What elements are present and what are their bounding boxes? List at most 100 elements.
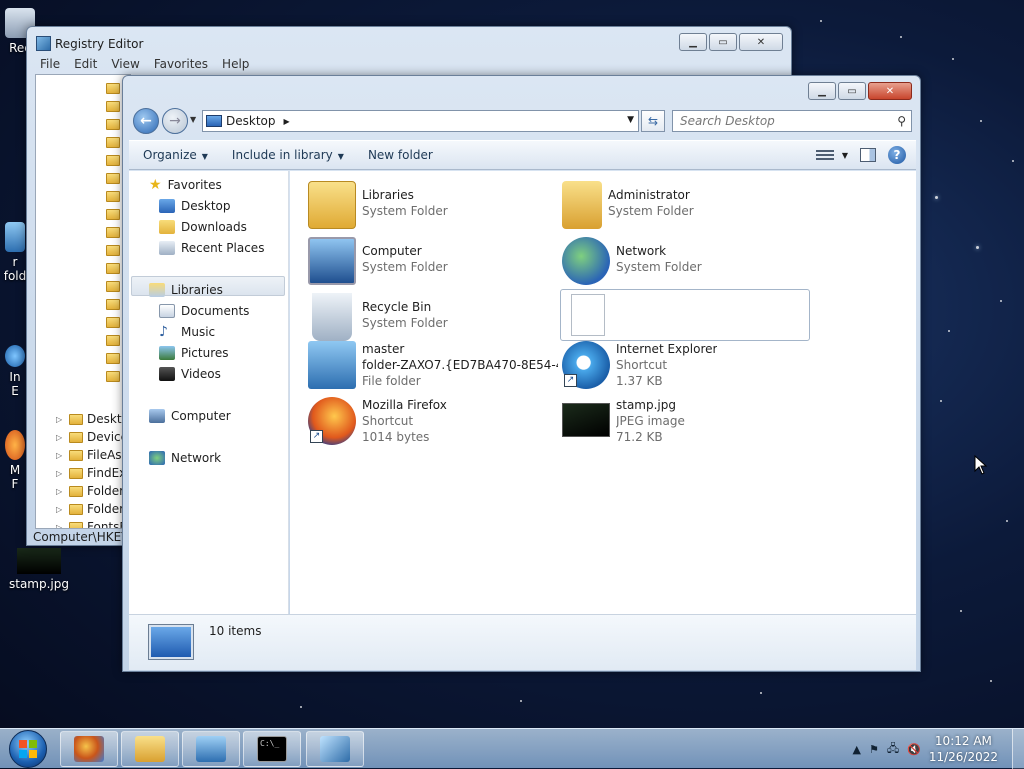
folder-icon <box>106 352 120 364</box>
start-button[interactable] <box>2 729 54 769</box>
nav-item-desktop[interactable]: Desktop <box>159 196 231 216</box>
firefox-icon: ↗ <box>308 397 356 445</box>
search-icon[interactable]: ⚲ <box>897 114 906 128</box>
taskbar-regedit-button[interactable] <box>306 731 364 767</box>
list-item[interactable]: Libraries System Folder <box>308 181 558 231</box>
maximize-button[interactable]: ▭ <box>838 82 866 100</box>
nav-computer[interactable]: Computer <box>149 406 231 426</box>
folder-icon <box>69 431 83 443</box>
folder-icon <box>135 736 165 762</box>
list-item[interactable]: stamp.jpg JPEG image 71.2 KB <box>562 397 812 447</box>
menu-file[interactable]: File <box>33 56 67 74</box>
tree-item[interactable]: ▷ FindEx <box>56 464 126 482</box>
menu-view[interactable]: View <box>104 56 146 74</box>
menu-favorites[interactable]: Favorites <box>147 56 215 74</box>
desktop-icon-stamp[interactable]: stamp.jpg <box>0 548 78 591</box>
include-in-library-button[interactable]: Include in library ▼ <box>218 148 354 162</box>
taskbar-control-panel-button[interactable] <box>182 731 240 767</box>
taskbar-cmd-button[interactable]: C:\_ <box>243 731 301 767</box>
new-folder-button[interactable]: New folder <box>354 148 443 162</box>
folder-icon <box>106 172 120 184</box>
help-button[interactable]: ? <box>888 146 906 164</box>
network-icon <box>562 237 610 285</box>
nav-network[interactable]: Network <box>149 448 221 468</box>
folder-icon <box>106 190 120 202</box>
list-item[interactable]: master folder-ZAXO7.{ED7BA470-8E54-4... Fi… <box>308 341 558 391</box>
volume-muted-icon[interactable]: 🔇 <box>907 743 921 756</box>
registry-tree[interactable]: ▷ Deskto ▷ Device ▷ FileAss ▷ FindEx ▷ Folder… <box>35 74 131 529</box>
navigation-pane[interactable]: ★ Favorites Desktop Downloads Recent Plac… <box>129 171 289 614</box>
expand-icon[interactable]: ▷ <box>56 487 66 496</box>
folder-icon <box>106 82 120 94</box>
list-item[interactable]: Network System Folder <box>562 237 812 287</box>
list-item[interactable]: ↗ Internet Explorer Shortcut 1.37 KB <box>562 341 812 391</box>
recent-pages-dropdown[interactable]: ▼ <box>190 115 196 124</box>
organize-button[interactable]: Organize ▼ <box>129 148 218 162</box>
folder-icon <box>106 298 120 310</box>
nav-favorites[interactable]: ★ Favorites <box>149 175 222 195</box>
menu-help[interactable]: Help <box>215 56 256 74</box>
address-dropdown-icon[interactable]: ▼ <box>627 115 634 125</box>
taskbar-paint-button[interactable] <box>60 731 118 767</box>
minimize-button[interactable]: ▁ <box>679 33 707 51</box>
folder-icon <box>69 413 83 425</box>
close-button[interactable]: ✕ <box>739 33 783 51</box>
expand-icon[interactable]: ▷ <box>56 469 66 478</box>
nav-libraries[interactable]: Libraries <box>149 280 223 300</box>
folder-icon <box>69 521 83 528</box>
nav-item-music[interactable]: ♪ Music <box>159 322 215 342</box>
expand-icon[interactable]: ▷ <box>56 433 66 442</box>
folder-icon <box>106 262 120 274</box>
tree-item[interactable]: ▷ FontsF <box>56 518 126 528</box>
nav-item-pictures[interactable]: Pictures <box>159 343 229 363</box>
list-item[interactable]: ↗ Mozilla Firefox Shortcut 1014 bytes <box>308 397 558 447</box>
nav-item-documents[interactable]: Documents <box>159 301 249 321</box>
list-item[interactable]: Recycle Bin System Folder <box>308 293 558 343</box>
recent-places-icon <box>159 241 175 255</box>
videos-icon <box>159 367 175 381</box>
breadcrumb-arrow-icon[interactable]: ▶ <box>284 117 290 126</box>
tree-item[interactable]: ▷ FileAss <box>56 446 128 464</box>
list-item-renaming[interactable] <box>560 289 810 341</box>
refresh-button[interactable]: ⇆ <box>641 110 665 132</box>
clock[interactable]: 10:12 AM 11/26/2022 <box>929 733 998 765</box>
explorer-window[interactable]: ▁ ▭ ✕ ← → ▼ Desktop ▶ ▼ ⇆ Search Desktop… <box>122 75 921 672</box>
menu-edit[interactable]: Edit <box>67 56 104 74</box>
chevron-down-icon: ▼ <box>841 150 848 160</box>
list-item[interactable]: Administrator System Folder <box>562 181 812 231</box>
address-bar[interactable]: Desktop ▶ ▼ <box>202 110 639 132</box>
expand-icon[interactable]: ▷ <box>56 451 66 460</box>
back-button[interactable]: ← <box>133 108 159 134</box>
desktop-icon <box>149 625 193 659</box>
tree-item[interactable]: ▷ Deskto <box>56 410 129 428</box>
search-input[interactable]: Search Desktop ⚲ <box>672 110 912 132</box>
change-view-button[interactable]: ▼ <box>815 147 848 163</box>
control-panel-icon <box>196 736 226 762</box>
taskbar-explorer-button[interactable] <box>121 731 179 767</box>
folder-icon <box>106 316 120 328</box>
tree-item[interactable]: ▷ Folder <box>56 500 124 518</box>
preview-pane-button[interactable] <box>860 148 876 162</box>
tree-item[interactable]: ▷ Device <box>56 428 128 446</box>
network-icon[interactable]: 🖧 <box>887 740 899 759</box>
folder-icon <box>106 100 120 112</box>
minimize-button[interactable]: ▁ <box>808 82 836 100</box>
file-list[interactable]: Libraries System Folder Administrator Syst… <box>290 171 916 614</box>
music-icon: ♪ <box>159 324 168 340</box>
nav-item-recent-places[interactable]: Recent Places <box>159 238 264 258</box>
list-item[interactable]: Computer System Folder <box>308 237 558 287</box>
arrow-right-icon: → <box>169 113 181 129</box>
action-center-flag-icon[interactable]: ⚑ <box>869 743 879 756</box>
nav-item-downloads[interactable]: Downloads <box>159 217 247 237</box>
nav-item-videos[interactable]: Videos <box>159 364 221 384</box>
show-desktop-button[interactable] <box>1012 729 1024 769</box>
show-hidden-icons-icon[interactable]: ▲ <box>853 743 861 756</box>
item-count: 10 items <box>209 624 262 638</box>
expand-icon[interactable]: ▷ <box>56 415 66 424</box>
tree-item[interactable]: ▷ Folder <box>56 482 124 500</box>
address-text[interactable]: Desktop <box>226 114 276 128</box>
expand-icon[interactable]: ▷ <box>56 505 66 514</box>
forward-button[interactable]: → <box>162 108 188 134</box>
close-button[interactable]: ✕ <box>868 82 912 100</box>
maximize-button[interactable]: ▭ <box>709 33 737 51</box>
